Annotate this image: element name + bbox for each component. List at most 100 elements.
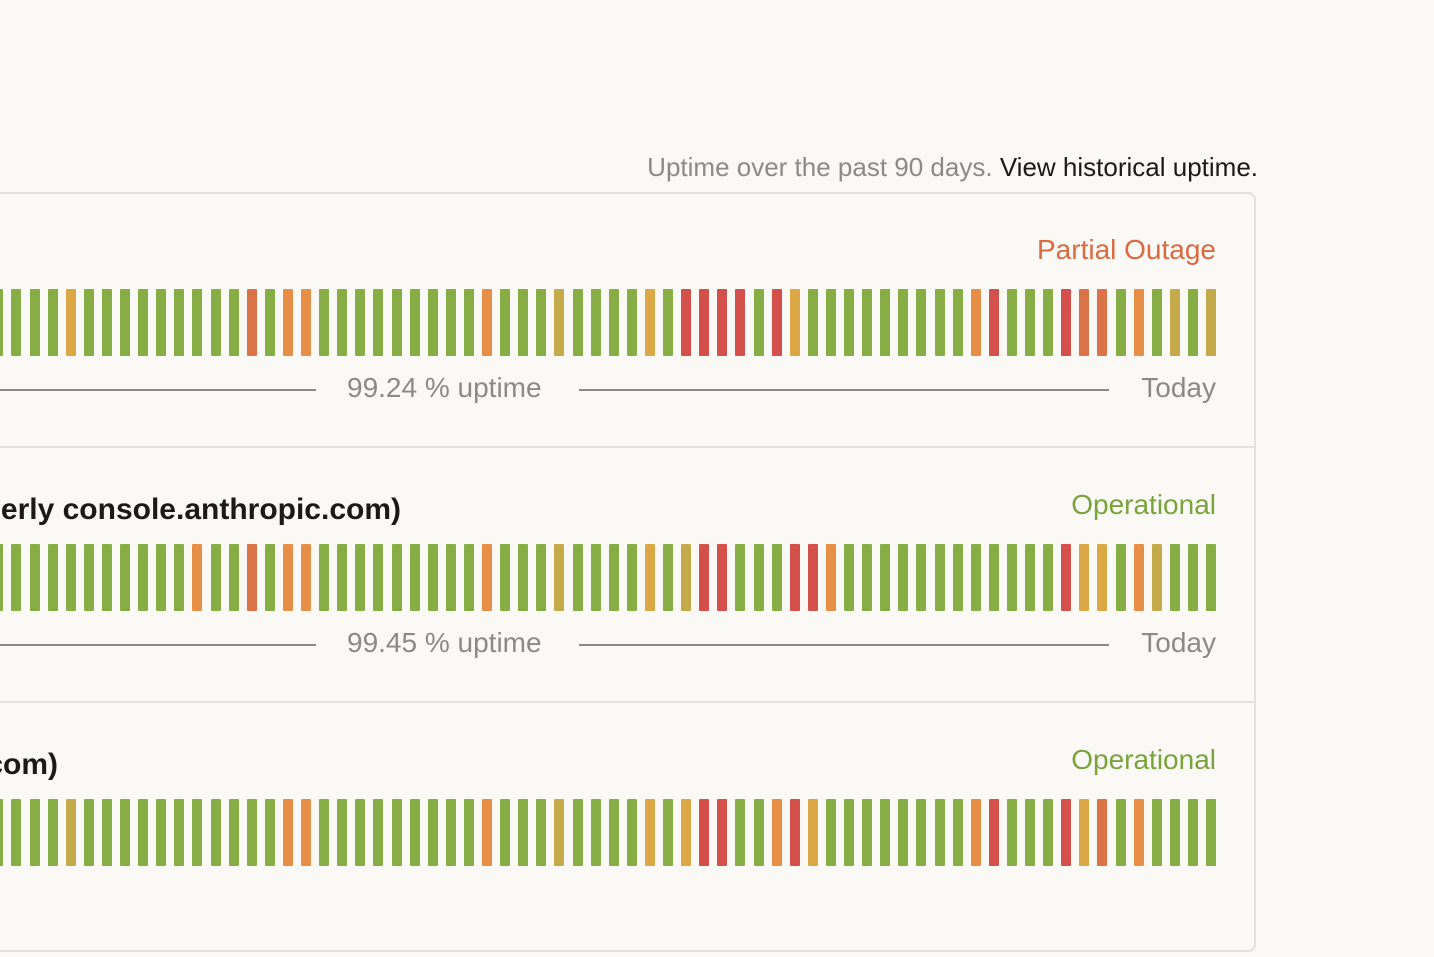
uptime-day-bar[interactable] — [644, 289, 655, 356]
uptime-day-bar[interactable] — [825, 289, 836, 356]
uptime-day-bar[interactable] — [355, 799, 366, 866]
uptime-day-bar[interactable] — [1206, 289, 1216, 356]
uptime-day-bar[interactable] — [228, 799, 239, 866]
uptime-day-bar[interactable] — [844, 544, 854, 611]
uptime-day-bar[interactable] — [337, 799, 348, 866]
uptime-day-bar[interactable] — [409, 544, 420, 611]
uptime-day-bar[interactable] — [1079, 289, 1090, 356]
uptime-day-bar[interactable] — [644, 544, 655, 611]
uptime-day-bar[interactable] — [952, 544, 963, 611]
uptime-day-bar[interactable] — [1043, 289, 1054, 356]
uptime-day-bar[interactable] — [319, 289, 330, 356]
uptime-day-bar[interactable] — [192, 544, 203, 611]
uptime-day-bar[interactable] — [934, 799, 945, 866]
uptime-day-bar[interactable] — [83, 544, 94, 611]
uptime-day-bar[interactable] — [1169, 544, 1180, 611]
uptime-day-bar[interactable] — [101, 289, 112, 356]
uptime-day-bar[interactable] — [518, 799, 529, 866]
uptime-day-bar[interactable] — [608, 799, 619, 866]
uptime-day-bar[interactable] — [735, 289, 746, 356]
uptime-day-bar[interactable] — [626, 289, 637, 356]
uptime-day-bar[interactable] — [554, 544, 565, 611]
uptime-day-bar[interactable] — [11, 289, 22, 356]
uptime-day-bar[interactable] — [138, 799, 149, 866]
uptime-day-bar[interactable] — [1079, 799, 1090, 866]
uptime-day-bar[interactable] — [482, 799, 492, 866]
uptime-day-bar[interactable] — [373, 799, 384, 866]
uptime-day-bar[interactable] — [880, 544, 891, 611]
uptime-day-bar[interactable] — [373, 544, 384, 611]
uptime-day-bar[interactable] — [880, 799, 891, 866]
uptime-day-bar[interactable] — [717, 799, 728, 866]
uptime-day-bar[interactable] — [952, 799, 963, 866]
uptime-day-bar[interactable] — [228, 544, 239, 611]
uptime-day-bar[interactable] — [1133, 289, 1144, 356]
uptime-day-bar[interactable] — [1151, 544, 1162, 611]
uptime-day-bar[interactable] — [934, 289, 945, 356]
uptime-day-bar[interactable] — [916, 289, 927, 356]
uptime-day-bar[interactable] — [916, 799, 927, 866]
uptime-day-bar[interactable] — [1115, 289, 1126, 356]
uptime-day-bar[interactable] — [1097, 799, 1108, 866]
uptime-day-bar[interactable] — [1206, 544, 1216, 611]
uptime-day-bar[interactable] — [771, 544, 782, 611]
uptime-day-bar[interactable] — [916, 544, 927, 611]
uptime-day-bar[interactable] — [771, 289, 782, 356]
uptime-day-bar[interactable] — [753, 544, 764, 611]
uptime-day-bar[interactable] — [753, 289, 764, 356]
uptime-day-bar[interactable] — [862, 289, 873, 356]
uptime-day-bar[interactable] — [391, 799, 402, 866]
uptime-day-bar[interactable] — [1151, 799, 1162, 866]
uptime-day-bar[interactable] — [717, 289, 728, 356]
uptime-day-bar[interactable] — [29, 544, 40, 611]
uptime-day-bar[interactable] — [355, 289, 366, 356]
uptime-day-bar[interactable] — [663, 544, 673, 611]
uptime-day-bar[interactable] — [156, 544, 167, 611]
uptime-day-bar[interactable] — [844, 799, 854, 866]
uptime-day-bar[interactable] — [970, 799, 981, 866]
uptime-day-bar[interactable] — [934, 544, 945, 611]
uptime-day-bar[interactable] — [1115, 799, 1126, 866]
uptime-day-bar[interactable] — [1133, 544, 1144, 611]
uptime-day-bar[interactable] — [445, 289, 456, 356]
uptime-day-bar[interactable] — [500, 799, 511, 866]
uptime-day-bar[interactable] — [970, 544, 981, 611]
uptime-day-bar[interactable] — [1061, 544, 1072, 611]
uptime-day-bar[interactable] — [572, 799, 583, 866]
uptime-day-bar[interactable] — [536, 544, 547, 611]
uptime-day-bar[interactable] — [301, 544, 311, 611]
uptime-day-bar[interactable] — [1025, 799, 1035, 866]
uptime-day-bar[interactable] — [608, 289, 619, 356]
uptime-day-bar[interactable] — [337, 289, 348, 356]
uptime-day-bar[interactable] — [138, 544, 149, 611]
uptime-day-bar[interactable] — [862, 544, 873, 611]
uptime-day-bar[interactable] — [391, 544, 402, 611]
uptime-day-bar[interactable] — [101, 799, 112, 866]
uptime-day-bar[interactable] — [1115, 544, 1126, 611]
uptime-day-bar[interactable] — [246, 799, 257, 866]
uptime-day-bar[interactable] — [282, 799, 293, 866]
uptime-day-bar[interactable] — [101, 544, 112, 611]
uptime-day-bar[interactable] — [898, 289, 909, 356]
uptime-day-bar[interactable] — [47, 799, 58, 866]
uptime-day-bar[interactable] — [789, 544, 800, 611]
uptime-day-bar[interactable] — [409, 289, 420, 356]
uptime-day-bar[interactable] — [445, 799, 456, 866]
uptime-day-bar[interactable] — [1097, 544, 1108, 611]
uptime-day-bar[interactable] — [1025, 544, 1035, 611]
uptime-day-bar[interactable] — [463, 289, 474, 356]
uptime-day-bar[interactable] — [47, 544, 58, 611]
uptime-day-bar[interactable] — [65, 289, 76, 356]
uptime-day-bar[interactable] — [590, 544, 601, 611]
uptime-day-bar[interactable] — [210, 544, 221, 611]
uptime-day-bar[interactable] — [29, 799, 40, 866]
uptime-day-bar[interactable] — [1025, 289, 1035, 356]
uptime-day-bar[interactable] — [1061, 289, 1072, 356]
uptime-day-bar[interactable] — [246, 289, 257, 356]
uptime-day-bar[interactable] — [156, 289, 167, 356]
uptime-day-bar[interactable] — [1079, 544, 1090, 611]
uptime-day-bar[interactable] — [1169, 799, 1180, 866]
uptime-day-bar[interactable] — [735, 799, 746, 866]
uptime-day-bar[interactable] — [644, 799, 655, 866]
uptime-day-bar[interactable] — [518, 544, 529, 611]
